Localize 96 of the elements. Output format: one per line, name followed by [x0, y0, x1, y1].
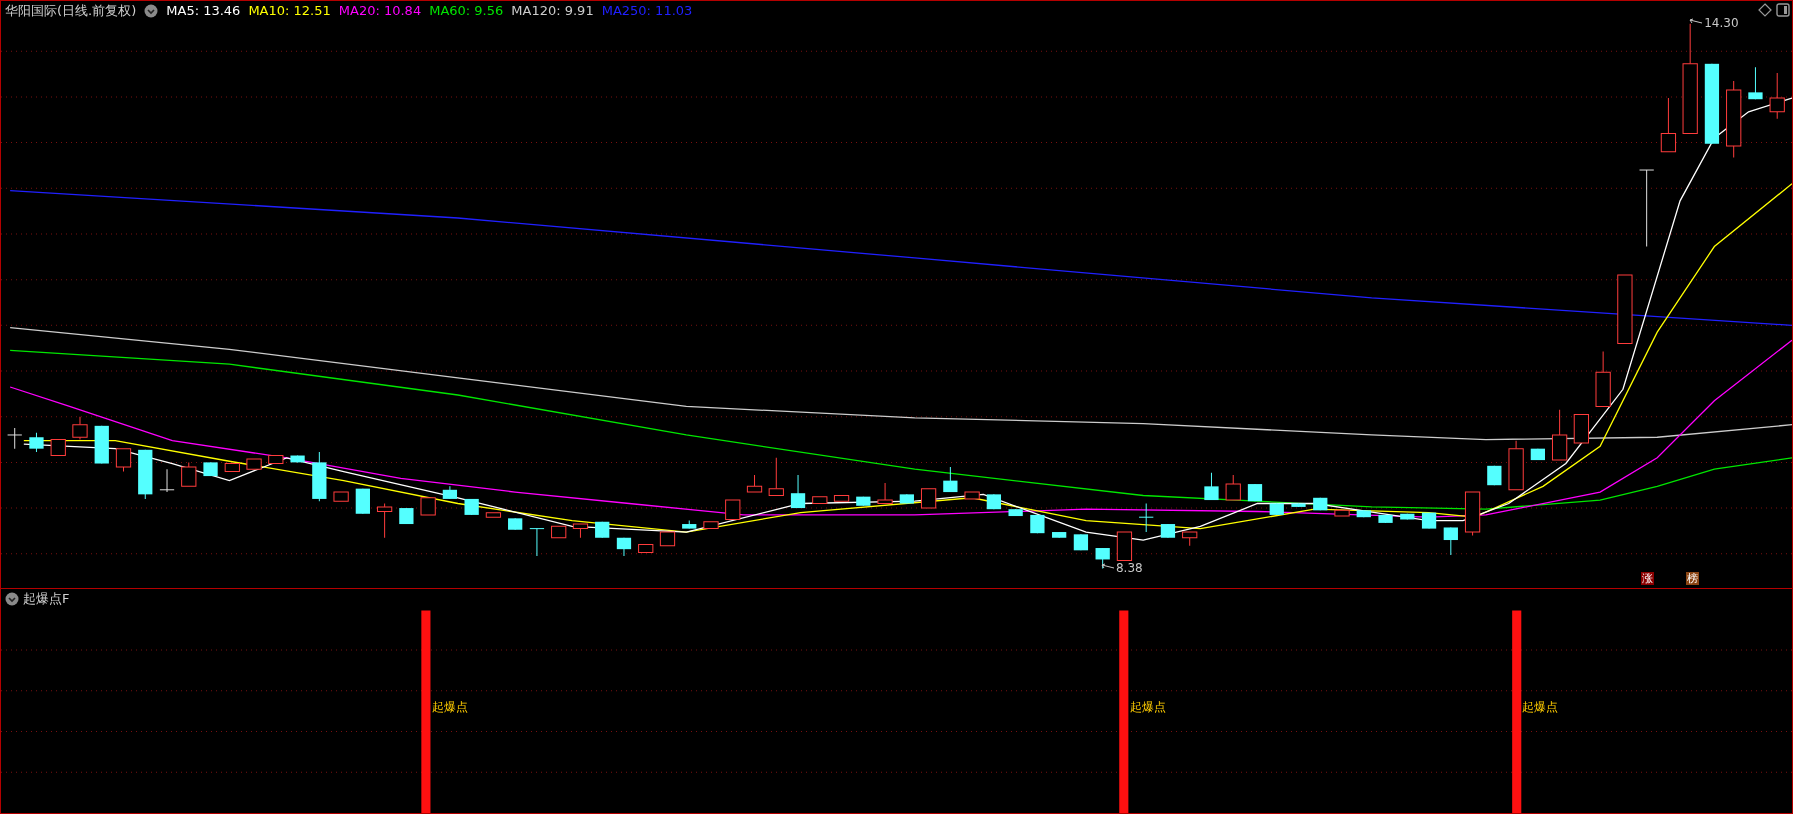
indicator-title: 起爆点F	[23, 591, 70, 607]
candlestick	[1769, 72, 1785, 120]
event-marker[interactable]: 榜	[1685, 572, 1699, 585]
candlestick	[7, 427, 23, 450]
candlestick	[1160, 523, 1176, 539]
moving-average-value: MA5: 13.46	[166, 3, 241, 19]
candlestick	[312, 451, 327, 502]
candlestick	[1334, 509, 1350, 517]
signal-label: 起爆点	[431, 699, 468, 714]
candlestick	[1138, 503, 1154, 533]
candlestick	[856, 496, 871, 507]
candlestick	[1748, 66, 1763, 100]
collapse-icon[interactable]	[5, 592, 19, 606]
candlestick	[899, 493, 914, 504]
candlestick	[682, 520, 697, 530]
candlestick	[115, 448, 132, 472]
candlestick	[1356, 509, 1371, 518]
candlestick	[529, 528, 545, 557]
candlestick	[355, 488, 370, 515]
candlestick	[333, 491, 349, 502]
candlestick	[1552, 409, 1568, 461]
candlestick	[377, 503, 393, 539]
candlestick	[224, 463, 240, 472]
candlestick	[1443, 526, 1458, 556]
candlestick	[1116, 531, 1133, 562]
moving-average-value: MA60: 9.56	[429, 3, 504, 19]
panel-toggle-icon[interactable]	[1776, 3, 1790, 17]
candlestick	[1378, 514, 1393, 524]
candlestick	[877, 482, 893, 504]
candlestick	[94, 425, 109, 464]
candlestick	[768, 457, 784, 496]
moving-average-value: MA250: 11.03	[601, 3, 693, 19]
candlestick	[1182, 531, 1198, 547]
candlestick	[1617, 274, 1633, 345]
candlestick	[1595, 351, 1611, 407]
candlestick	[159, 468, 175, 493]
candlestick	[638, 544, 654, 554]
candlestick	[29, 432, 44, 453]
signal-label: 起爆点	[1129, 699, 1166, 714]
moving-average-value: MA120: 9.91	[511, 3, 594, 19]
event-marker[interactable]: 涨	[1641, 572, 1655, 585]
candlestick	[943, 466, 958, 493]
candlestick	[181, 461, 197, 487]
candlestick	[964, 491, 980, 500]
candlestick	[72, 416, 88, 441]
candlestick	[1269, 503, 1284, 516]
candlestick	[420, 497, 436, 516]
chart-title: 华阳国际(日线.前复权)	[5, 3, 137, 19]
candlestick	[986, 493, 1001, 510]
candlestick	[1660, 97, 1677, 153]
candlestick	[508, 517, 523, 531]
candlestick	[442, 485, 458, 500]
candlestick	[1052, 531, 1067, 539]
candlestick	[1204, 472, 1219, 501]
candlestick	[1508, 440, 1524, 491]
candlestick	[1487, 465, 1502, 486]
candlestick	[920, 488, 937, 509]
candlestick	[268, 455, 284, 464]
candlestick	[790, 474, 806, 509]
candlestick	[1030, 514, 1045, 534]
candlestick	[746, 474, 763, 493]
candlestick	[1291, 503, 1306, 508]
candlestick	[725, 499, 741, 520]
candlestick	[1400, 513, 1415, 520]
candlestick	[833, 495, 850, 502]
candlestick	[464, 498, 479, 516]
candlestick	[290, 455, 305, 463]
collapse-icon[interactable]	[144, 4, 159, 18]
candlestick	[616, 537, 632, 557]
candlestick	[703, 521, 719, 530]
moving-average-value: MA10: 12.51	[248, 3, 331, 19]
candlestick	[595, 521, 610, 539]
candlestick	[1247, 483, 1263, 502]
candlestick	[551, 525, 567, 539]
candlestick	[1073, 533, 1089, 551]
candlestick	[659, 531, 676, 547]
candlestick	[203, 461, 218, 477]
signal-label: 起爆点	[1522, 699, 1559, 714]
candlestick	[1530, 448, 1545, 461]
low-price-label: 8.38	[1115, 560, 1143, 575]
candlestick	[572, 523, 589, 539]
candlestick	[1225, 474, 1241, 501]
candlestick	[1573, 413, 1589, 444]
candlestick	[1464, 491, 1481, 536]
candlestick	[485, 512, 502, 518]
high-price-label: 14.30	[1704, 15, 1739, 30]
candlestick	[1313, 497, 1328, 511]
moving-average-value: MA20: 10.84	[338, 3, 422, 19]
candlestick	[246, 458, 262, 470]
candlestick	[138, 449, 153, 500]
candlestick	[1095, 547, 1110, 570]
candlestick	[50, 439, 66, 457]
candlestick	[812, 496, 828, 504]
candlestick	[1008, 508, 1023, 517]
candlestick	[399, 507, 414, 525]
diamond-icon[interactable]	[1758, 3, 1772, 17]
